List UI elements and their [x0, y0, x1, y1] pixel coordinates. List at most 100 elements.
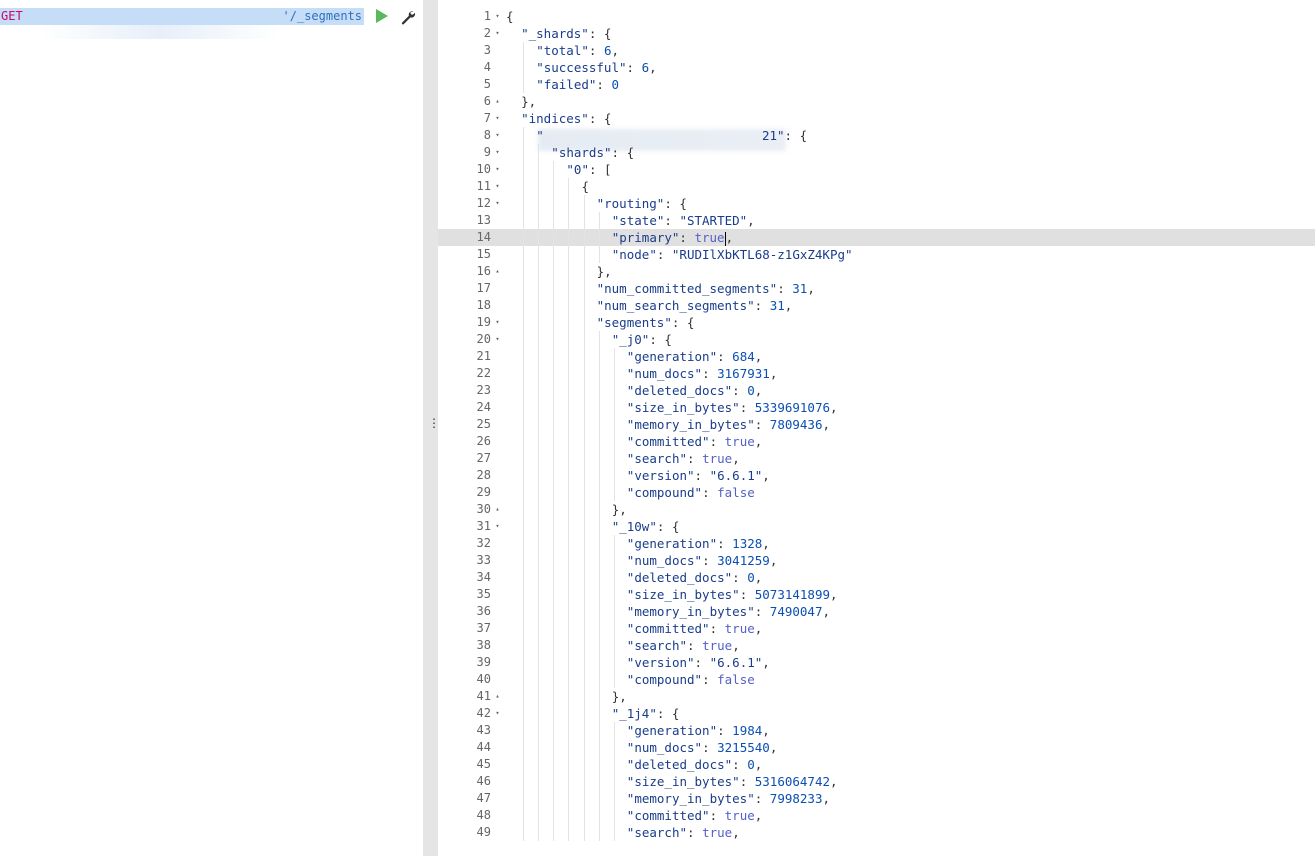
code-line[interactable]: 10 ▾ "0": [	[438, 161, 1315, 178]
code-line[interactable]: 33 "num_docs": 3041259,	[438, 552, 1315, 569]
code-text[interactable]: "memory_in_bytes": 7490047,	[627, 603, 830, 620]
response-code[interactable]: 1 ▾{2 ▾ "_shards": {3 "total": 6, 4 "successfu…	[438, 8, 1315, 841]
code-line[interactable]: 3 "total": 6,	[438, 42, 1315, 59]
code-text[interactable]: "deleted_docs": 0,	[627, 382, 762, 399]
code-line[interactable]: 35 "size_in_bytes": 5073141899,	[438, 586, 1315, 603]
code-line[interactable]: 38 "search": true,	[438, 637, 1315, 654]
code-text[interactable]: "generation": 684,	[627, 348, 762, 365]
code-text[interactable]: "version": "6.6.1",	[627, 654, 770, 671]
code-line[interactable]: 6 ▴},	[438, 93, 1315, 110]
code-line[interactable]: 31 ▾ "_10w": {	[438, 518, 1315, 535]
code-text[interactable]: "memory_in_bytes": 7998233,	[627, 790, 830, 807]
code-text[interactable]: "version": "6.6.1",	[627, 467, 770, 484]
code-line[interactable]: 26 "committed": true,	[438, 433, 1315, 450]
code-text[interactable]: "search": true,	[627, 450, 740, 467]
code-line[interactable]: 27 "search": true,	[438, 450, 1315, 467]
code-text[interactable]: "indices": {	[521, 110, 611, 127]
code-text[interactable]: "successful": 6,	[536, 59, 656, 76]
code-text[interactable]: "_10w": {	[612, 518, 680, 535]
code-text[interactable]: "size_in_bytes": 5073141899,	[627, 586, 838, 603]
code-line[interactable]: 18 "num_search_segments": 31,	[438, 297, 1315, 314]
code-text[interactable]: "deleted_docs": 0,	[627, 756, 762, 773]
code-line[interactable]: 48 "committed": true,	[438, 807, 1315, 824]
code-line[interactable]: 37 "committed": true,	[438, 620, 1315, 637]
fold-arrow-up-icon[interactable]: ▴	[493, 501, 502, 518]
code-text[interactable]: {	[582, 178, 590, 195]
code-text[interactable]: "num_docs": 3215540,	[627, 739, 778, 756]
code-text[interactable]: "failed": 0	[536, 76, 619, 93]
code-line[interactable]: 17 "num_committed_segments": 31,	[438, 280, 1315, 297]
code-text[interactable]: },	[612, 501, 627, 518]
wrench-icon[interactable]	[400, 9, 416, 25]
fold-arrow-down-icon[interactable]: ▾	[493, 178, 502, 195]
code-line[interactable]: 5 "failed": 0	[438, 76, 1315, 93]
fold-arrow-down-icon[interactable]: ▾	[493, 144, 502, 161]
code-line[interactable]: 14 "primary": true,	[438, 229, 1315, 246]
code-text[interactable]: "generation": 1328,	[627, 535, 770, 552]
play-icon[interactable]	[376, 9, 388, 23]
code-text[interactable]: "_shards": {	[521, 25, 611, 42]
code-text[interactable]: {	[506, 8, 514, 25]
code-line[interactable]: 13 "state": "STARTED",	[438, 212, 1315, 229]
fold-arrow-down-icon[interactable]: ▾	[493, 8, 502, 25]
code-line[interactable]: 1 ▾ {	[438, 8, 1315, 25]
code-text[interactable]: "search": true,	[627, 637, 740, 654]
code-text[interactable]: "search": true,	[627, 824, 740, 841]
code-text[interactable]: "compound": false	[627, 671, 755, 688]
fold-arrow-down-icon[interactable]: ▾	[493, 127, 502, 144]
code-text[interactable]: "deleted_docs": 0,	[627, 569, 762, 586]
code-text[interactable]: "shards": {	[551, 144, 634, 161]
code-text[interactable]: "committed": true,	[627, 807, 763, 824]
code-text[interactable]: },	[521, 93, 536, 110]
code-text[interactable]: "generation": 1984,	[627, 722, 770, 739]
fold-arrow-down-icon[interactable]: ▾	[493, 25, 502, 42]
fold-arrow-up-icon[interactable]: ▴	[493, 688, 502, 705]
code-text[interactable]: "size_in_bytes": 5339691076,	[627, 399, 838, 416]
code-text[interactable]: "0": [	[566, 161, 611, 178]
fold-arrow-down-icon[interactable]: ▾	[493, 314, 502, 331]
code-text[interactable]: "state": "STARTED",	[612, 212, 755, 229]
code-line[interactable]: 40 "compound": false	[438, 671, 1315, 688]
code-line[interactable]: 29 "compound": false	[438, 484, 1315, 501]
fold-arrow-down-icon[interactable]: ▾	[493, 331, 502, 348]
code-line[interactable]: 46 "size_in_bytes": 5316064742,	[438, 773, 1315, 790]
request-line[interactable]: GET '/_segments	[0, 8, 423, 39]
http-method[interactable]: GET	[0, 8, 26, 25]
code-text[interactable]: },	[597, 263, 612, 280]
code-text[interactable]: },	[612, 688, 627, 705]
code-text[interactable]: "num_docs": 3167931,	[627, 365, 778, 382]
code-line[interactable]: 30 ▴},	[438, 501, 1315, 518]
code-line[interactable]: 8 ▾ " 21": {	[438, 127, 1315, 144]
code-text[interactable]: "_1j4": {	[612, 705, 680, 722]
code-text[interactable]: "routing": {	[597, 195, 687, 212]
request-url[interactable]: '/_segments	[24, 8, 364, 25]
fold-arrow-up-icon[interactable]: ▴	[493, 263, 502, 280]
code-line[interactable]: 39 "version": "6.6.1",	[438, 654, 1315, 671]
fold-arrow-down-icon[interactable]: ▾	[493, 110, 502, 127]
code-text[interactable]: "committed": true,	[627, 433, 763, 450]
code-text[interactable]: "memory_in_bytes": 7809436,	[627, 416, 830, 433]
code-text[interactable]: "total": 6,	[536, 42, 619, 59]
code-text[interactable]: "primary": true,	[612, 229, 733, 246]
code-line[interactable]: 49 "search": true,	[438, 824, 1315, 841]
code-text[interactable]: "committed": true,	[627, 620, 763, 637]
pane-divider[interactable]: ⋮	[423, 0, 440, 856]
code-line[interactable]: 21 "generation": 684,	[438, 348, 1315, 365]
code-line[interactable]: 36 "memory_in_bytes": 7490047,	[438, 603, 1315, 620]
code-line[interactable]: 16 ▴},	[438, 263, 1315, 280]
code-line[interactable]: 41 ▴},	[438, 688, 1315, 705]
code-line[interactable]: 28 "version": "6.6.1",	[438, 467, 1315, 484]
vertical-ellipsis-icon[interactable]: ⋮	[428, 417, 440, 429]
response-viewer[interactable]: 1 ▾{2 ▾ "_shards": {3 "total": 6, 4 "successfu…	[438, 0, 1315, 856]
code-line[interactable]: 2 ▾ "_shards": {	[438, 25, 1315, 42]
code-line[interactable]: 20 ▾ "_j0": {	[438, 331, 1315, 348]
code-line[interactable]: 22 "num_docs": 3167931,	[438, 365, 1315, 382]
code-line[interactable]: 44 "num_docs": 3215540,	[438, 739, 1315, 756]
code-text[interactable]: "_j0": {	[612, 331, 672, 348]
fold-arrow-down-icon[interactable]: ▾	[493, 518, 502, 535]
code-text[interactable]: "num_search_segments": 31,	[597, 297, 793, 314]
code-line[interactable]: 34 "deleted_docs": 0,	[438, 569, 1315, 586]
code-line[interactable]: 15 "node": "RUDIlXbKTL68-z1GxZ4KPg"	[438, 246, 1315, 263]
code-line[interactable]: 24 "size_in_bytes": 5339691076,	[438, 399, 1315, 416]
code-line[interactable]: 9 ▾ "shards": {	[438, 144, 1315, 161]
